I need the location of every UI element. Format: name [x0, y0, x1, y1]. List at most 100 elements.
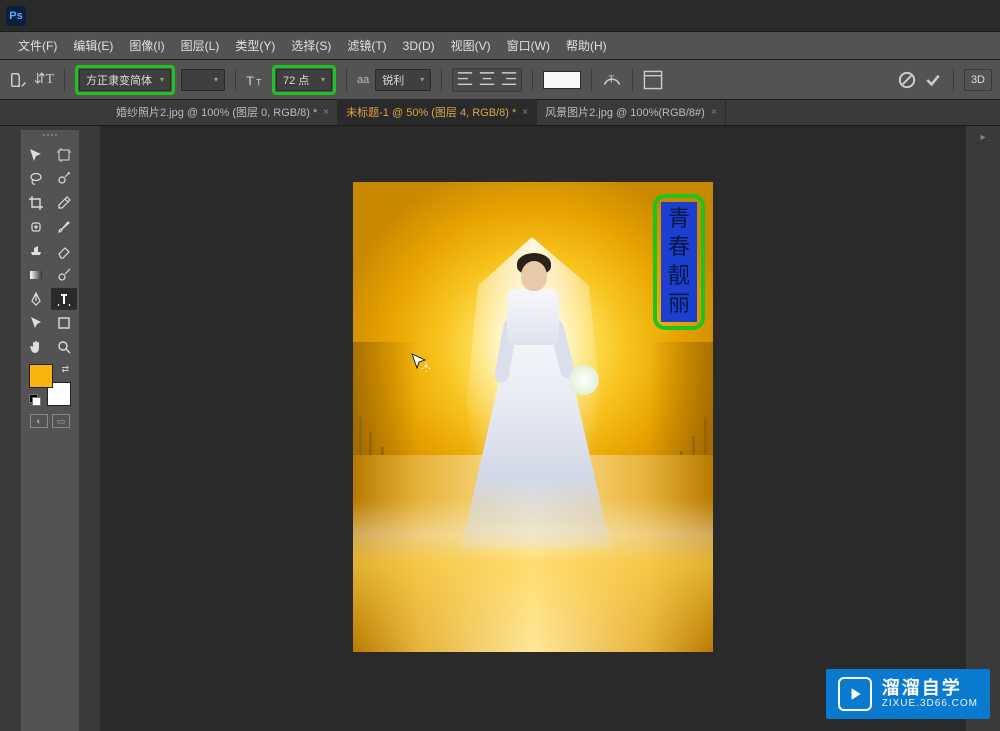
menu-help[interactable]: 帮助(H) — [558, 33, 615, 58]
healing-brush-tool[interactable] — [23, 216, 49, 238]
divider — [532, 69, 533, 91]
bride-figure — [423, 229, 643, 569]
brush-tool[interactable] — [51, 216, 77, 238]
divider — [346, 69, 347, 91]
quick-mask-button[interactable]: ◐ — [30, 414, 48, 428]
3d-button[interactable]: 3D — [964, 69, 992, 91]
document-tab-label: 未标题-1 @ 50% (图层 4, RGB/8) * — [346, 104, 516, 120]
title-bar: Ps — [0, 0, 1000, 32]
clone-stamp-tool[interactable] — [23, 240, 49, 262]
bride-bodice — [507, 289, 559, 345]
zoom-tool[interactable] — [51, 336, 77, 358]
font-family-dropdown[interactable]: 方正隶变简体 ▾ — [79, 69, 171, 91]
bride-head — [521, 261, 547, 291]
document-tabs: 婚纱照片2.jpg @ 100% (图层 0, RGB/8) * × 未标题-1… — [0, 100, 1000, 126]
vertical-text-layer[interactable]: 青 春 靓 丽 — [661, 202, 697, 322]
canvas-area[interactable]: 青 春 靓 丽 — [100, 126, 966, 731]
path-select-tool[interactable] — [23, 312, 49, 334]
font-size-value: 72 点 — [283, 72, 309, 88]
toolbox-grip[interactable] — [30, 134, 70, 140]
document-tab[interactable]: 风景图片2.jpg @ 100%(RGB/8#) × — [537, 99, 726, 125]
swap-colors-icon[interactable]: ⇄ — [61, 364, 69, 375]
menu-3d[interactable]: 3D(D) — [395, 35, 443, 57]
gradient-tool[interactable] — [23, 264, 49, 286]
antialias-dropdown[interactable]: 锐利 ▾ — [375, 69, 431, 91]
menu-filter[interactable]: 滤镜(T) — [339, 33, 394, 58]
close-icon[interactable]: × — [323, 107, 329, 118]
align-bottom-button[interactable] — [499, 70, 519, 90]
hand-tool[interactable] — [23, 336, 49, 358]
menu-file[interactable]: 文件(F) — [10, 33, 65, 58]
quick-select-tool[interactable] — [51, 168, 77, 190]
panel-collapse-strip: ▸ — [966, 126, 1000, 731]
workspace: ⇄ ◐ ▭ — [0, 126, 1000, 731]
toolbox: ⇄ ◐ ▭ — [21, 130, 79, 731]
close-icon[interactable]: × — [522, 107, 528, 118]
menu-edit[interactable]: 编辑(E) — [65, 33, 121, 58]
default-colors-icon[interactable] — [29, 394, 41, 406]
expand-panels-icon[interactable]: ▸ — [980, 132, 985, 143]
text-char: 丽 — [668, 291, 690, 317]
character-panel-button[interactable] — [643, 70, 663, 90]
antialias-value: 锐利 — [382, 72, 404, 88]
chevron-down-icon: ▾ — [420, 75, 424, 84]
text-char: 靓 — [668, 263, 690, 289]
menu-layer[interactable]: 图层(L) — [173, 33, 228, 58]
document-tab-label: 婚纱照片2.jpg @ 100% (图层 0, RGB/8) * — [116, 104, 317, 120]
menu-select[interactable]: 选择(S) — [283, 33, 339, 58]
vertical-text-highlight: 青 春 靓 丽 — [653, 194, 705, 330]
font-size-icon: TT — [246, 70, 266, 90]
text-orientation-toggle[interactable]: ⇵T — [34, 70, 54, 90]
color-controls: ⇄ — [29, 364, 71, 406]
text-char: 青 — [668, 206, 690, 232]
toolbox-container: ⇄ ◐ ▭ — [0, 126, 100, 731]
screen-mode-button[interactable]: ▭ — [52, 414, 70, 428]
pen-tool[interactable] — [23, 288, 49, 310]
cancel-button[interactable] — [897, 70, 917, 90]
menu-window[interactable]: 窗口(W) — [499, 33, 558, 58]
text-char: 春 — [668, 234, 690, 260]
menu-image[interactable]: 图像(I) — [121, 33, 172, 58]
foreground-color-swatch[interactable] — [29, 364, 53, 388]
chevron-down-icon: ▾ — [160, 75, 164, 84]
lasso-tool[interactable] — [23, 168, 49, 190]
svg-text:T: T — [246, 73, 254, 87]
artboard-tool[interactable] — [51, 144, 77, 166]
document-tab[interactable]: 婚纱照片2.jpg @ 100% (图层 0, RGB/8) * × — [108, 99, 338, 125]
font-size-highlight: 72 点 ▾ — [272, 65, 336, 95]
font-family-highlight: 方正隶变简体 ▾ — [75, 65, 175, 95]
menu-type[interactable]: 类型(Y) — [227, 33, 283, 58]
document-canvas[interactable]: 青 春 靓 丽 — [353, 182, 713, 652]
svg-text:T: T — [609, 74, 615, 85]
screen-mode-row: ◐ ▭ — [30, 414, 70, 428]
dodge-tool[interactable] — [51, 264, 77, 286]
font-family-value: 方正隶变简体 — [86, 72, 152, 88]
shape-tool[interactable] — [51, 312, 77, 334]
antialias-label: aa — [357, 74, 369, 86]
menu-view[interactable]: 视图(V) — [443, 33, 499, 58]
eraser-tool[interactable] — [51, 240, 77, 262]
text-color-swatch[interactable] — [543, 71, 581, 89]
align-center-button[interactable] — [477, 70, 497, 90]
divider — [953, 69, 954, 91]
eyedropper-tool[interactable] — [51, 192, 77, 214]
align-top-button[interactable] — [455, 70, 475, 90]
menu-bar: 文件(F) 编辑(E) 图像(I) 图层(L) 类型(Y) 选择(S) 滤镜(T… — [0, 32, 1000, 60]
close-icon[interactable]: × — [711, 107, 717, 118]
move-tool[interactable] — [23, 144, 49, 166]
chevron-down-icon: ▾ — [321, 75, 325, 84]
watermark-badge: 溜溜自学 ZIXUE.3D66.COM — [826, 669, 990, 719]
tool-preset-picker[interactable] — [8, 70, 28, 90]
vertical-type-tool[interactable] — [51, 288, 77, 310]
crop-tool[interactable] — [23, 192, 49, 214]
chevron-down-icon: ▾ — [214, 75, 218, 84]
warp-text-button[interactable]: T — [602, 70, 622, 90]
font-style-dropdown[interactable]: ▾ — [181, 69, 225, 91]
document-tab[interactable]: 未标题-1 @ 50% (图层 4, RGB/8) * × — [338, 99, 537, 125]
divider — [64, 69, 65, 91]
commit-button[interactable] — [923, 70, 943, 90]
play-icon — [838, 677, 872, 711]
options-bar: ⇵T 方正隶变简体 ▾ ▾ TT 72 点 ▾ aa 锐利 ▾ T 3 — [0, 60, 1000, 100]
font-size-dropdown[interactable]: 72 点 ▾ — [276, 69, 332, 91]
divider — [235, 69, 236, 91]
